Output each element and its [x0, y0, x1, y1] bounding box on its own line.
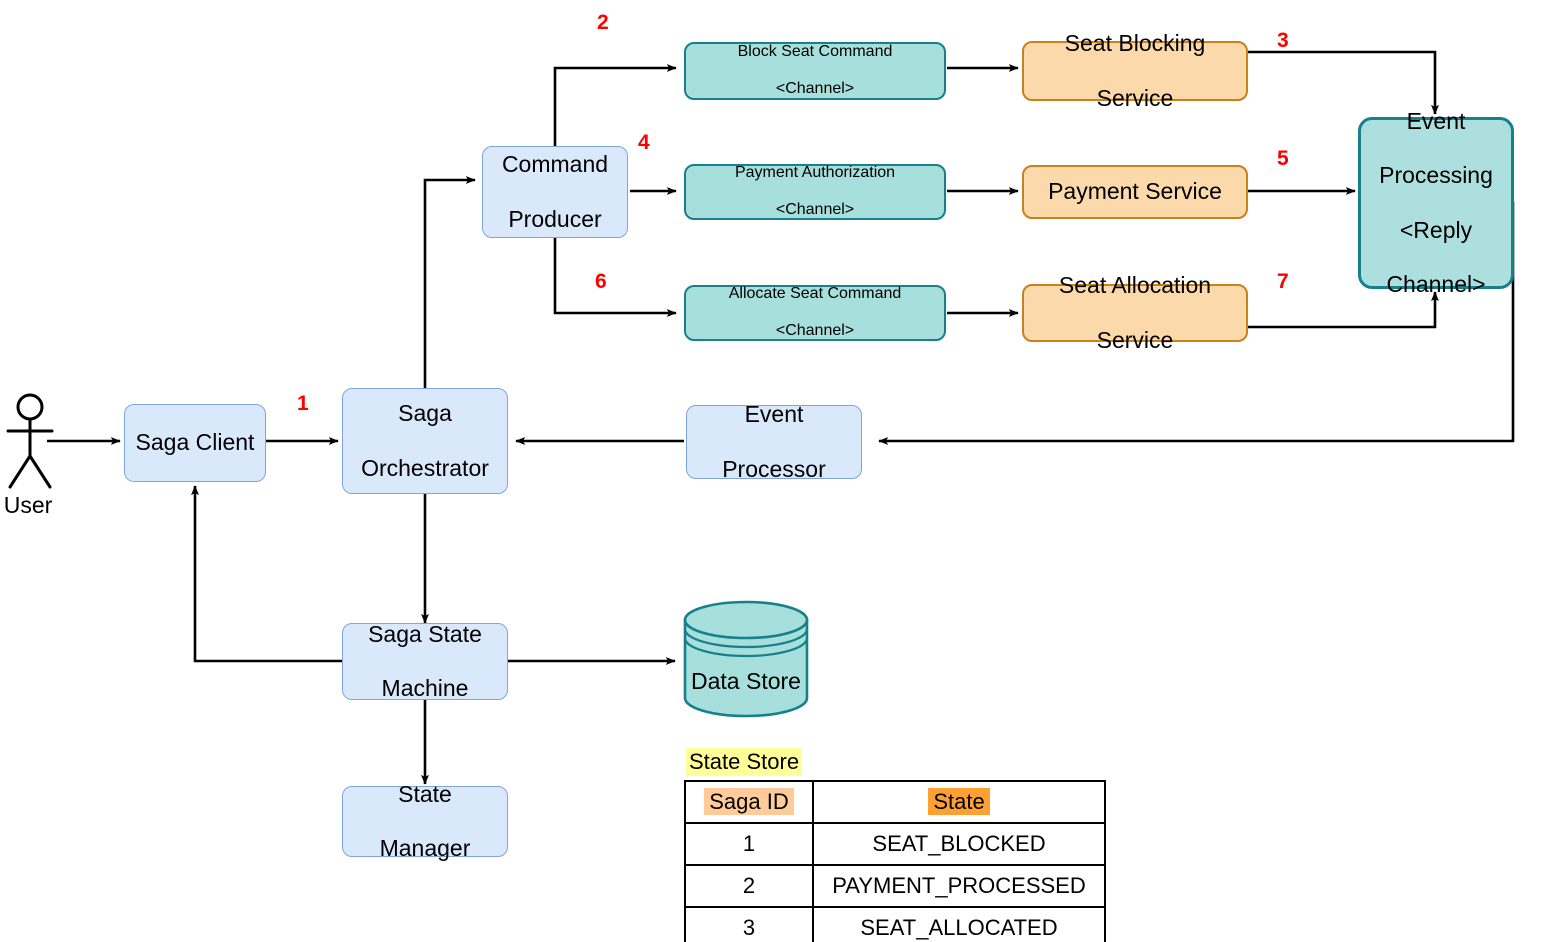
saga-state-machine-label-line2: Machine — [381, 675, 469, 702]
node-allocate-seat-command-channel[interactable]: Allocate Seat Command <Channel> — [684, 285, 946, 341]
step-number-7: 7 — [1277, 270, 1289, 293]
cell-saga-id: 3 — [684, 906, 814, 942]
step-number-4: 4 — [638, 131, 650, 154]
cell-state: PAYMENT_PROCESSED — [812, 864, 1106, 908]
node-event-processing-reply-channel[interactable]: Event Processing <Reply Channel> — [1358, 108, 1514, 297]
payment-auth-channel-label: Payment Authorization <Channel> — [686, 164, 944, 221]
edge-blocking-service-to-event-processing — [1248, 50, 1439, 115]
table-header-saga-id-text: Saga ID — [704, 788, 794, 815]
command-producer-label: Command Producer — [483, 151, 627, 232]
payment-service-label: Payment Service — [1048, 178, 1222, 205]
command-producer-label-line2: Producer — [508, 205, 602, 232]
data-store-cylinder-icon — [683, 600, 809, 718]
user-actor-icon — [6, 393, 54, 489]
block-seat-channel-label-line2: <Channel> — [775, 80, 855, 98]
diagram-canvas: User Saga Client Saga Orchestrator Comma… — [0, 0, 1542, 942]
allocate-seat-channel-label-line2: <Channel> — [775, 322, 855, 340]
node-state-manager[interactable]: State Manager — [342, 781, 508, 861]
block-seat-channel-label: Block Seat Command <Channel> — [686, 43, 944, 100]
saga-orchestrator-label-line1: Saga — [398, 400, 452, 427]
table-header-row: Saga ID State — [684, 780, 1106, 824]
node-seat-allocation-service[interactable]: Seat Allocation Service — [1022, 272, 1248, 353]
node-saga-state-machine[interactable]: Saga State Machine — [342, 621, 508, 702]
state-manager-label-line2: Manager — [379, 835, 471, 862]
seat-blocking-service-label-line1: Seat Blocking — [1064, 30, 1206, 57]
state-store-table: Saga ID State 1 SEAT_BLOCKED 2 PAYMENT_P… — [684, 780, 1106, 942]
event-processing-label-line3: <Reply — [1399, 216, 1473, 243]
step-number-3: 3 — [1277, 29, 1289, 52]
cell-state: SEAT_ALLOCATED — [812, 906, 1106, 942]
table-header-saga-id: Saga ID — [684, 780, 814, 824]
node-saga-orchestrator[interactable]: Saga Orchestrator — [342, 388, 508, 494]
state-manager-label-line1: State — [398, 780, 452, 807]
command-producer-label-line1: Command — [501, 151, 609, 178]
step-number-1: 1 — [297, 392, 309, 415]
user-label: User — [3, 492, 53, 518]
state-store-title: State Store — [686, 748, 803, 776]
saga-state-machine-label-line1: Saga State — [368, 620, 482, 647]
table-header-state-text: State — [928, 788, 990, 815]
allocate-seat-channel-label: Allocate Seat Command <Channel> — [686, 285, 944, 342]
event-processing-label: Event Processing <Reply Channel> — [1361, 108, 1511, 298]
block-seat-channel-label-line1: Block Seat Command — [737, 42, 893, 60]
cell-saga-id: 2 — [684, 864, 814, 908]
payment-auth-channel-label-line1: Payment Authorization — [734, 163, 896, 181]
event-processor-label-line1: Event — [744, 401, 804, 428]
seat-blocking-service-label-line2: Service — [1096, 84, 1174, 111]
node-command-producer[interactable]: Command Producer — [482, 146, 628, 238]
saga-client-label: Saga Client — [135, 429, 255, 456]
event-processing-label-line2: Processing — [1379, 162, 1493, 189]
edge-command-producer-to-allocate-seat — [553, 232, 677, 317]
seat-blocking-service-label: Seat Blocking Service — [1024, 30, 1246, 111]
step-number-2: 2 — [597, 11, 609, 34]
seat-allocation-service-label: Seat Allocation Service — [1024, 272, 1246, 353]
event-processor-label: Event Processor — [687, 401, 861, 482]
allocate-seat-channel-label-line1: Allocate Seat Command — [728, 284, 902, 302]
step-number-5: 5 — [1277, 147, 1289, 170]
table-header-state: State — [812, 780, 1106, 824]
event-processing-label-line1: Event — [1406, 108, 1466, 135]
table-row: 3 SEAT_ALLOCATED — [684, 906, 1106, 942]
event-processor-label-line2: Processor — [722, 455, 826, 482]
seat-allocation-service-label-line2: Service — [1096, 326, 1174, 353]
state-manager-label: State Manager — [343, 781, 507, 862]
node-data-store[interactable]: Data Store — [682, 600, 810, 718]
saga-orchestrator-label: Saga Orchestrator — [343, 400, 507, 481]
saga-orchestrator-label-line2: Orchestrator — [361, 454, 489, 481]
table-row: 1 SEAT_BLOCKED — [684, 822, 1106, 866]
step-number-6: 6 — [595, 270, 607, 293]
cell-saga-id: 1 — [684, 822, 814, 866]
node-saga-client[interactable]: Saga Client — [124, 404, 266, 482]
payment-auth-channel-label-line2: <Channel> — [775, 201, 855, 219]
node-block-seat-command-channel[interactable]: Block Seat Command <Channel> — [684, 42, 946, 100]
seat-allocation-service-label-line1: Seat Allocation — [1058, 272, 1212, 299]
edge-orchestrator-to-command-producer — [423, 176, 476, 390]
saga-state-machine-label: Saga State Machine — [343, 621, 507, 702]
event-processing-label-line4: Channel> — [1386, 270, 1486, 297]
node-seat-blocking-service[interactable]: Seat Blocking Service — [1022, 30, 1248, 111]
edge-state-machine-to-saga-client — [191, 485, 344, 663]
cell-state: SEAT_BLOCKED — [812, 822, 1106, 866]
node-payment-authorization-channel[interactable]: Payment Authorization <Channel> — [684, 164, 946, 220]
table-body: 1 SEAT_BLOCKED 2 PAYMENT_PROCESSED 3 SEA… — [684, 822, 1106, 942]
node-event-processor[interactable]: Event Processor — [686, 401, 862, 482]
node-payment-service[interactable]: Payment Service — [1022, 165, 1248, 219]
table-row: 2 PAYMENT_PROCESSED — [684, 864, 1106, 908]
edge-command-producer-to-block-seat — [553, 64, 677, 152]
